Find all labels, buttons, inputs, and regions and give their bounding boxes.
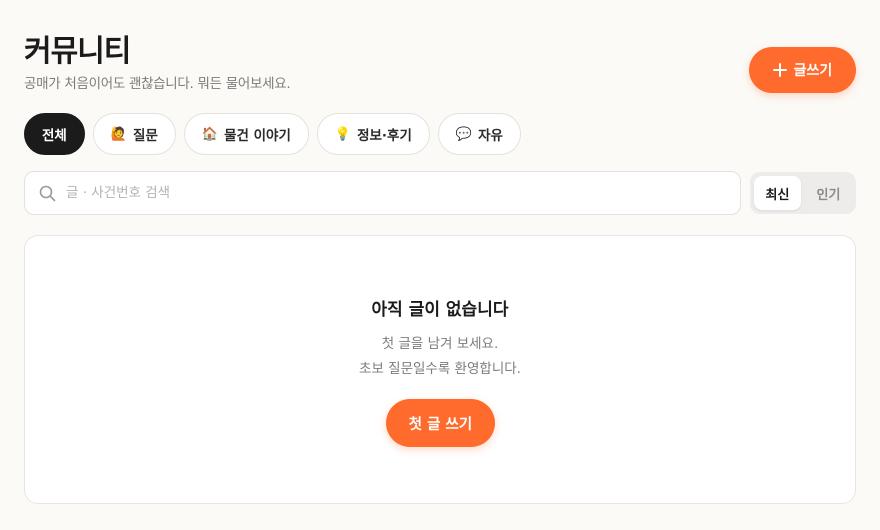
- sort-latest[interactable]: 최신: [754, 176, 801, 210]
- tab-label: 자유: [478, 128, 503, 144]
- tab-label: 물건 이야기: [224, 128, 291, 144]
- category-tabs: 전체 🙋 질문 🏠 물건 이야기 💡 정보·후기 💬 자유: [24, 113, 521, 155]
- write-post-button[interactable]: 글쓰기: [749, 47, 856, 93]
- search-icon: [39, 185, 56, 201]
- search-bar: [24, 171, 741, 215]
- empty-state-card: 아직 글이 없습니다 첫 글을 남겨 보세요. 초보 질문일수록 환영합니다. …: [24, 235, 856, 504]
- page-title: 커뮤니티: [24, 34, 131, 69]
- lightbulb-icon: 💡: [334, 126, 352, 142]
- tab-property-talk[interactable]: 🏠 물건 이야기: [183, 113, 309, 155]
- write-first-post-button[interactable]: 첫 글 쓰기: [386, 399, 495, 447]
- tab-free[interactable]: 💬 자유: [437, 113, 521, 155]
- house-icon: 🏠: [201, 126, 219, 142]
- empty-state-title: 아직 글이 없습니다: [371, 300, 509, 320]
- sort-popular[interactable]: 인기: [805, 176, 852, 210]
- tab-all[interactable]: 전체: [24, 113, 85, 155]
- tab-label: 전체: [42, 128, 67, 144]
- search-input[interactable]: [66, 185, 740, 201]
- empty-state-line1: 첫 글을 남겨 보세요.: [381, 336, 499, 352]
- tab-label: 정보·후기: [357, 128, 412, 144]
- plus-icon: [772, 63, 787, 77]
- empty-state-line2: 초보 질문일수록 환영합니다.: [359, 361, 521, 377]
- write-post-label: 글쓰기: [793, 62, 833, 78]
- speech-bubble-icon: 💬: [455, 126, 473, 142]
- tab-info-review[interactable]: 💡 정보·후기: [316, 113, 430, 155]
- tab-question[interactable]: 🙋 질문: [92, 113, 176, 155]
- raising-hand-icon: 🙋: [110, 126, 128, 142]
- page-subtitle: 공매가 처음이어도 괜찮습니다. 뭐든 물어보세요.: [24, 76, 291, 92]
- community-page: 커뮤니티 공매가 처음이어도 괜찮습니다. 뭐든 물어보세요. 글쓰기 전체 🙋…: [0, 0, 880, 530]
- sort-toggle: 최신 인기: [750, 172, 856, 214]
- tab-label: 질문: [133, 128, 158, 144]
